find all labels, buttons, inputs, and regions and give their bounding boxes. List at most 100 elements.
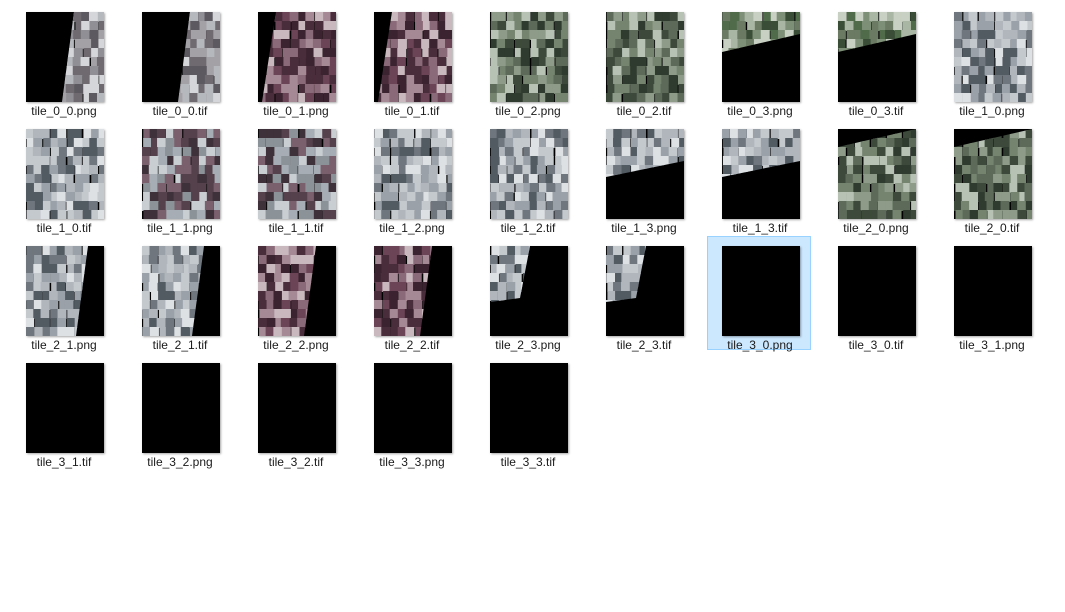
file-name-label: tile_1_1.png: [147, 221, 213, 235]
file-name-label: tile_0_3.tif: [848, 104, 904, 118]
thumbnail-image: [374, 12, 452, 102]
file-item[interactable]: tile_2_2.tif: [359, 236, 463, 352]
file-thumbnail: [26, 129, 104, 219]
file-name-label: tile_0_0.tif: [152, 104, 208, 118]
file-item[interactable]: tile_3_0.tif: [823, 236, 927, 352]
file-thumbnail: [374, 129, 452, 219]
file-thumbnail: [374, 363, 452, 453]
thumbnail-image: [954, 129, 1032, 219]
file-thumbnail: [954, 12, 1032, 102]
file-name-label: tile_2_2.tif: [384, 338, 440, 352]
thumbnail-image: [142, 12, 220, 102]
file-thumbnail: [722, 246, 800, 336]
file-name-label: tile_0_1.tif: [384, 104, 440, 118]
file-thumbnail: [374, 246, 452, 336]
file-item[interactable]: tile_1_2.png: [359, 119, 463, 235]
file-item[interactable]: tile_3_1.tif: [11, 353, 115, 469]
thumbnail-image: [26, 129, 104, 219]
file-item[interactable]: tile_3_0.png: [707, 236, 811, 352]
file-thumbnail: [26, 363, 104, 453]
file-item[interactable]: tile_3_1.png: [939, 236, 1043, 352]
file-item[interactable]: tile_2_1.tif: [127, 236, 231, 352]
file-item[interactable]: tile_2_3.tif: [591, 236, 695, 352]
file-item[interactable]: tile_1_1.png: [127, 119, 231, 235]
file-thumbnail: [142, 12, 220, 102]
file-name-label: tile_3_0.tif: [848, 338, 904, 352]
file-name-label: tile_3_2.tif: [268, 455, 324, 469]
file-thumbnail: [490, 12, 568, 102]
file-thumbnail: [606, 246, 684, 336]
file-item[interactable]: tile_0_3.tif: [823, 2, 927, 118]
file-name-label: tile_3_1.tif: [36, 455, 92, 469]
file-name-label: tile_1_1.tif: [268, 221, 324, 235]
thumbnail-image: [606, 12, 684, 102]
thumbnail-image: [722, 246, 800, 336]
thumbnail-image: [954, 12, 1032, 102]
file-thumbnail: [142, 246, 220, 336]
thumbnail-image: [26, 12, 104, 102]
file-name-label: tile_0_3.png: [727, 104, 793, 118]
file-name-label: tile_1_0.png: [959, 104, 1025, 118]
thumbnail-image: [838, 129, 916, 219]
file-item[interactable]: tile_2_0.tif: [939, 119, 1043, 235]
file-item[interactable]: tile_1_2.tif: [475, 119, 579, 235]
file-item[interactable]: tile_2_2.png: [243, 236, 347, 352]
file-thumbnail: [26, 246, 104, 336]
file-name-label: tile_1_0.tif: [36, 221, 92, 235]
file-thumbnail: [258, 363, 336, 453]
thumbnail-image: [258, 246, 336, 336]
thumbnail-image: [258, 12, 336, 102]
thumbnail-image: [374, 363, 452, 453]
file-thumbnail: [258, 246, 336, 336]
thumbnail-image: [722, 129, 800, 219]
file-item[interactable]: tile_0_2.tif: [591, 2, 695, 118]
file-thumbnail: [374, 12, 452, 102]
file-name-label: tile_3_1.png: [959, 338, 1025, 352]
file-name-label: tile_3_3.png: [379, 455, 445, 469]
thumbnail-image: [490, 246, 568, 336]
file-item[interactable]: tile_2_3.png: [475, 236, 579, 352]
thumbnail-image: [258, 363, 336, 453]
file-item[interactable]: tile_2_1.png: [11, 236, 115, 352]
file-thumbnail: [606, 129, 684, 219]
file-name-label: tile_0_1.png: [263, 104, 329, 118]
thumbnail-image: [490, 363, 568, 453]
file-item[interactable]: tile_0_3.png: [707, 2, 811, 118]
file-item[interactable]: tile_3_2.tif: [243, 353, 347, 469]
thumbnail-image: [374, 129, 452, 219]
file-item[interactable]: tile_3_2.png: [127, 353, 231, 469]
file-item[interactable]: tile_1_0.png: [939, 2, 1043, 118]
file-item[interactable]: tile_1_1.tif: [243, 119, 347, 235]
file-name-label: tile_2_1.png: [31, 338, 97, 352]
file-name-label: tile_0_2.tif: [616, 104, 672, 118]
file-name-label: tile_2_0.tif: [964, 221, 1020, 235]
file-name-label: tile_2_3.png: [495, 338, 561, 352]
file-item[interactable]: tile_1_3.tif: [707, 119, 811, 235]
thumbnail-image: [490, 12, 568, 102]
file-name-label: tile_2_1.tif: [152, 338, 208, 352]
file-item[interactable]: tile_3_3.tif: [475, 353, 579, 469]
file-item[interactable]: tile_0_0.png: [11, 2, 115, 118]
file-item[interactable]: tile_0_1.tif: [359, 2, 463, 118]
thumbnail-image: [374, 246, 452, 336]
file-name-label: tile_2_0.png: [843, 221, 909, 235]
thumbnail-image: [26, 246, 104, 336]
file-name-label: tile_1_2.png: [379, 221, 445, 235]
file-name-label: tile_3_2.png: [147, 455, 213, 469]
file-item[interactable]: tile_1_3.png: [591, 119, 695, 235]
file-thumbnail: [722, 129, 800, 219]
thumbnail-image: [722, 12, 800, 102]
file-thumbnail: [954, 246, 1032, 336]
file-thumbnail: [26, 12, 104, 102]
file-item[interactable]: tile_1_0.tif: [11, 119, 115, 235]
file-item[interactable]: tile_0_2.png: [475, 2, 579, 118]
thumbnail-image: [258, 129, 336, 219]
file-item[interactable]: tile_0_1.png: [243, 2, 347, 118]
thumbnail-image: [142, 363, 220, 453]
file-thumbnail: [838, 246, 916, 336]
file-item[interactable]: tile_0_0.tif: [127, 2, 231, 118]
file-item[interactable]: tile_2_0.png: [823, 119, 927, 235]
file-name-label: tile_0_0.png: [31, 104, 97, 118]
file-name-label: tile_3_3.tif: [500, 455, 556, 469]
file-item[interactable]: tile_3_3.png: [359, 353, 463, 469]
